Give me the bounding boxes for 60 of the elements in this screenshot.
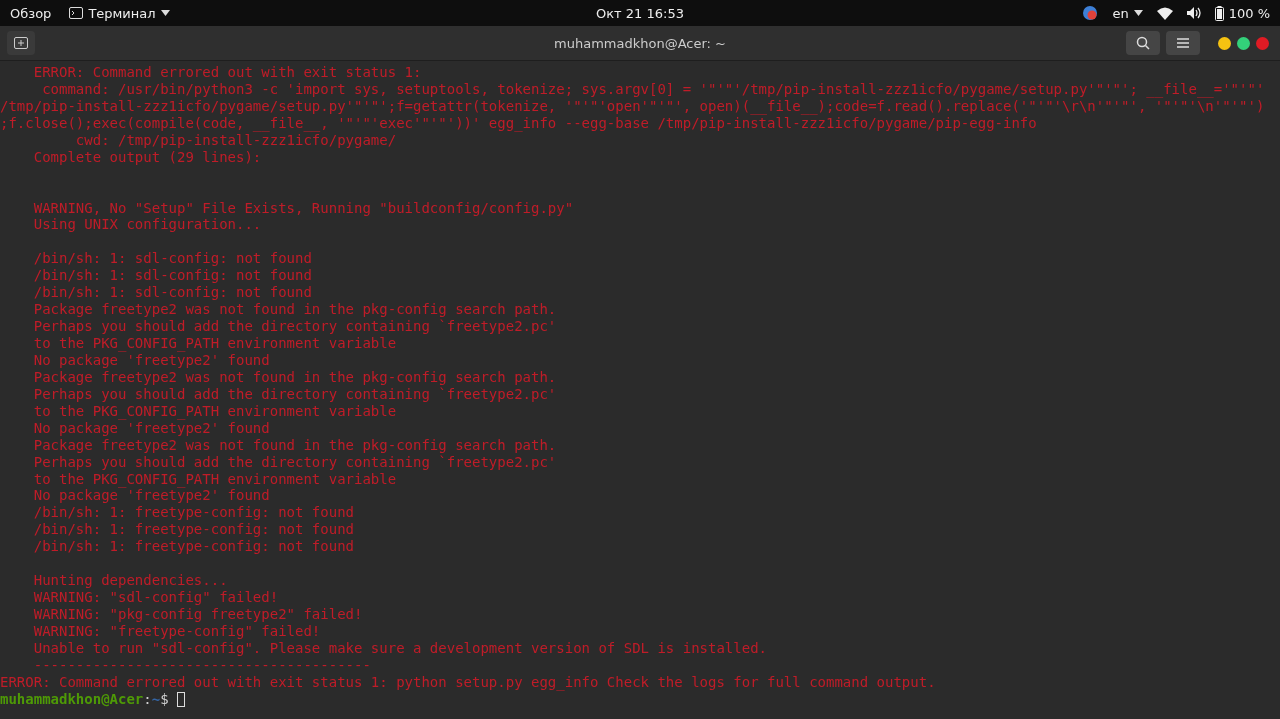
terminal-line: /bin/sh: 1: sdl-config: not found [32,284,313,302]
terminal-line: ;f.close();exec(compile(code, __file__, '"'"'exec'"'"'))' egg_info --egg-base /tmp/pip-install-zzz1icfo/pygame/pip-egg-info [0,114,1037,132]
battery-indicator[interactable]: 100 % [1214,5,1270,21]
terminal-line: No package 'freetype2' found [32,419,271,437]
terminal-line: /bin/sh: 1: freetype-config: not found [32,504,355,522]
terminal-line: ERROR: Command errored out with exit status 1: python setup.py egg_info Check the logs for full command output. [0,673,937,691]
terminal-line: WARNING: "freetype-config" failed! [32,622,322,640]
terminal-line: Package freetype2 was not found in the pkg-config search path. [32,368,558,386]
terminal-line: /bin/sh: 1: freetype-config: not found [32,538,355,556]
terminal-line: Perhaps you should add the directory containing `freetype2.pc' [32,385,558,403]
prompt-user-host: muhammadkhon@Acer [0,690,144,708]
prompt-path: ~ [151,690,161,708]
new-tab-icon [14,37,28,49]
minimize-button[interactable] [1218,36,1231,50]
menu-button[interactable] [1166,31,1200,55]
terminal-line: No package 'freetype2' found [32,351,271,369]
menu-icon [1177,38,1189,48]
new-tab-button[interactable] [7,31,35,55]
search-icon [1136,36,1150,50]
terminal-line: cwd: /tmp/pip-install-zzz1icfo/pygame/ [74,131,398,149]
prompt-separator: : [143,690,152,708]
prompt-symbol: $ [160,690,169,708]
terminal-line: Perhaps you should add the directory containing `freetype2.pc' [32,318,558,335]
clock[interactable]: Окт 21 16:53 [596,5,684,21]
caret-icon [160,10,170,16]
terminal-line: to the PKG_CONFIG_PATH environment variable [32,402,398,420]
app-menu[interactable]: Терминал [69,5,170,21]
terminal-line: Package freetype2 was not found in the pkg-config search path. [32,301,558,319]
terminal-line: /bin/sh: 1: sdl-config: not found [32,250,313,268]
terminal-line: Complete output (29 lines): [32,148,263,166]
volume-icon[interactable] [1186,7,1201,19]
wifi-icon[interactable] [1156,6,1173,20]
text-cursor [176,691,185,707]
terminal-line: /tmp/pip-install-zzz1icfo/pygame/setup.py'"'"';f=getattr(tokenize, '"'"'open'"'"', open)(__file__);code=f.read().replace('"'"'\r\n'"'"', '"'"'\n'"'"') [0,97,1266,115]
terminal-line: No package 'freetype2' found [32,487,271,505]
terminal-line: command: /usr/bin/python3 -c 'import sys, setuptools, tokenize; sys.argv[0] = '"'"'/tmp/pip-install-zzz1icfo/pygame/setup.py'"'"'; __file__='"'"' [41,80,1266,98]
terminal-line: /bin/sh: 1: sdl-config: not found [32,267,313,285]
terminal-line: Unable to run "sdl-config". Please make sure a development version of SDL is installed. [32,639,768,657]
caret-icon [1133,10,1143,16]
terminal-line: WARNING: "pkg-config freetype2" failed! [32,606,364,623]
terminal-line: to the PKG_CONFIG_PATH environment variable [32,470,398,488]
terminal-line: ---------------------------------------- [32,656,372,674]
maximize-button[interactable] [1237,36,1250,50]
terminal-line: to the PKG_CONFIG_PATH environment variable [32,335,398,352]
terminal-icon [69,7,84,19]
activities-button[interactable]: Обзор [10,5,52,21]
search-button[interactable] [1126,31,1160,55]
terminal-line: Perhaps you should add the directory containing `freetype2.pc' [32,453,558,471]
window-title: muhammadkhon@Acer: ~ [554,35,726,51]
terminal-line: Package freetype2 was not found in the pkg-config search path. [32,436,558,454]
terminal-line: Using UNIX configuration... [32,216,263,234]
terminal-line: /bin/sh: 1: freetype-config: not found [32,521,355,539]
close-button[interactable] [1256,36,1269,50]
terminal-line: WARNING: "sdl-config" failed! [32,589,280,606]
terminal-line: WARNING, No "Setup" File Exists, Running "buildconfig/config.py" [32,199,575,217]
terminal-line: Hunting dependencies... [32,572,229,590]
language-menu[interactable]: en [1112,5,1143,21]
terminal-line: ERROR: Command errored out with exit status 1: [32,64,423,81]
battery-icon [1214,5,1224,21]
app-indicator-icon[interactable] [1082,5,1099,21]
